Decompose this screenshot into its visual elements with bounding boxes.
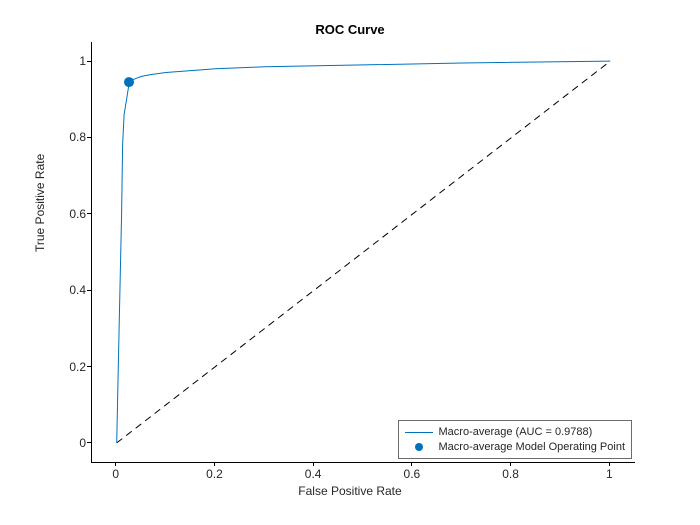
diagonal-line (117, 61, 611, 443)
y-tick-label: 0 (66, 436, 86, 450)
x-axis-label: False Positive Rate (0, 484, 700, 498)
y-tick-label: 0.6 (66, 207, 86, 221)
x-tick-label: 0.2 (204, 467, 224, 481)
y-tick-label: 0.2 (66, 360, 86, 374)
chart-canvas (92, 42, 635, 462)
chart-title: ROC Curve (0, 22, 700, 37)
x-tick-label: 0.8 (501, 467, 521, 481)
x-tick-label: 0.4 (303, 467, 323, 481)
legend-point-label: Macro-average Model Operating Point (439, 441, 625, 453)
y-tick-label: 0.4 (66, 283, 86, 297)
x-tick-label: 0.6 (402, 467, 422, 481)
legend-point-sample (405, 441, 433, 453)
y-tick-label: 0.8 (66, 130, 86, 144)
y-axis-label: True Positive Rate (33, 154, 47, 252)
plot-area: Macro-average (AUC = 0.9788) Macro-avera… (91, 42, 635, 463)
legend-line-sample (405, 426, 433, 438)
legend-box: Macro-average (AUC = 0.9788) Macro-avera… (398, 420, 632, 459)
x-tick-label: 0 (106, 467, 126, 481)
roc-figure: ROC Curve Macro-average (AUC = 0.9788) M… (0, 0, 700, 525)
x-tick-label: 1 (599, 467, 619, 481)
y-tick-label: 1 (66, 54, 86, 68)
operating-point-marker (124, 77, 134, 87)
legend-line-label: Macro-average (AUC = 0.9788) (439, 426, 593, 438)
